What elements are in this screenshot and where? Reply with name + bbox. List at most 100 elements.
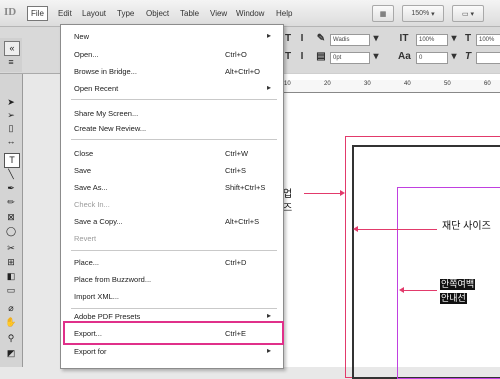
export-highlight-box — [63, 321, 284, 345]
menu-type[interactable]: Type — [117, 9, 134, 18]
chevron-down-icon[interactable]: ▾ — [448, 33, 460, 45]
menu-item-save[interactable]: Save Ctrl+S — [61, 164, 283, 177]
screen-mode-icon: ▭ ▾ — [461, 10, 475, 18]
menu-item-browse-in-bridge[interactable]: Browse in Bridge... Alt+Ctrl+O — [61, 65, 283, 78]
skew-field[interactable] — [476, 52, 500, 64]
menu-window[interactable]: Window — [236, 9, 264, 18]
ruler-label: 50 — [444, 81, 451, 87]
zoom-level-select[interactable]: 150% ▾ — [402, 5, 444, 22]
direct-selection-tool-icon[interactable]: ➢ — [4, 109, 18, 122]
gradient-tool-icon[interactable]: ◧ — [4, 270, 18, 283]
chevron-down-icon: ▾ — [429, 10, 435, 18]
menu-separator — [71, 139, 277, 140]
menu-item-close[interactable]: Close Ctrl+W — [61, 147, 283, 160]
submenu-arrow-icon: ▸ — [267, 31, 272, 40]
baseline-field[interactable]: 0 — [416, 52, 448, 64]
eyedropper-tool-icon[interactable]: ⌀ — [4, 302, 18, 315]
tools-panel: ➤ ➢ ▯ ↔ T ╲ ✒ ✏ ⊠ ◯ ✂ ⊞ ◧ ▭ ⌀ ✋ ⚲ ◩ — [0, 74, 23, 367]
chevron-down-icon[interactable]: ▾ — [448, 51, 460, 63]
page-tool-icon[interactable]: ▯ — [4, 122, 18, 135]
ruler-label: 60 — [484, 81, 491, 87]
partial-label-line1: 업 — [283, 189, 293, 200]
menu-separator — [71, 99, 277, 100]
bleed-arrow-line — [304, 193, 342, 194]
menu-help[interactable]: Help — [276, 9, 292, 18]
horizontal-ruler[interactable]: 10 20 30 40 50 60 — [282, 80, 500, 93]
panel-grip-icon: ≡ — [8, 57, 14, 67]
note-tool-icon[interactable]: ▭ — [4, 284, 18, 297]
submenu-arrow-icon: ▸ — [267, 311, 272, 320]
type-style-icon[interactable]: T — [462, 33, 474, 45]
arrow-left-icon — [399, 287, 404, 293]
rectangle-frame-tool-icon[interactable]: ⊠ — [4, 211, 18, 224]
vertical-scale-field[interactable]: 100% — [416, 34, 448, 46]
menu-file[interactable]: File — [27, 6, 48, 21]
size-field[interactable]: 0pt — [330, 52, 370, 64]
inner-margin-label: 안쪽여백 — [440, 279, 476, 290]
menu-bar: ID File Edit Layout Type Object Table Vi… — [0, 0, 500, 27]
menu-item-open[interactable]: Open... Ctrl+O — [61, 48, 283, 61]
type-tool-button[interactable]: T — [4, 153, 20, 168]
menu-item-check-in: Check In... — [74, 200, 110, 209]
line-tool-icon[interactable]: ╲ — [4, 168, 18, 181]
menu-edit[interactable]: Edit — [58, 9, 72, 18]
menu-item-create-new-review[interactable]: Create New Review... — [61, 122, 283, 135]
menu-separator — [71, 250, 277, 251]
collapse-panel-icon[interactable]: « — [4, 41, 20, 56]
selection-tool-icon[interactable]: ➤ — [4, 96, 18, 109]
trim-size-label: 재단 사이즈 — [442, 221, 491, 232]
menu-separator — [71, 308, 277, 309]
menu-item-open-recent[interactable]: Open Recent ▸ — [61, 82, 283, 95]
scissors-tool-icon[interactable]: ✂ — [4, 242, 18, 255]
skew-icon[interactable]: T — [462, 51, 474, 63]
subscript-icon[interactable]: I — [296, 51, 308, 63]
baseline-shift-icon[interactable]: Aa — [398, 51, 411, 63]
horizontal-scale-field[interactable]: 100% — [476, 34, 500, 46]
submenu-arrow-icon: ▸ — [267, 83, 272, 92]
menu-view[interactable]: View — [210, 9, 227, 18]
ruler-label: 10 — [284, 81, 291, 87]
file-menu-dropdown: New ▸ Open... Ctrl+O Browse in Bridge...… — [60, 24, 284, 369]
pen-tool-icon[interactable]: ✒ — [4, 182, 18, 195]
chevron-down-icon[interactable]: ▾ — [370, 51, 382, 63]
menu-item-revert: Revert — [74, 234, 97, 243]
tools-header: « ≡ — [0, 38, 22, 72]
menu-item-import-xml[interactable]: Import XML... — [61, 290, 283, 303]
partial-label-line2: 즈 — [283, 203, 293, 214]
menu-item-share-my-screen[interactable]: Share My Screen... — [61, 107, 283, 120]
gap-tool-icon[interactable]: ↔ — [4, 135, 18, 148]
menu-item-save-a-copy[interactable]: Save a Copy... Alt+Ctrl+S — [61, 215, 283, 228]
hand-tool-icon[interactable]: ✋ — [4, 316, 18, 329]
pencil-tool-icon[interactable]: ✏ — [4, 196, 18, 209]
menu-layout[interactable]: Layout — [82, 9, 106, 18]
menu-item-place[interactable]: Place... Ctrl+D — [61, 256, 283, 269]
ruler-label: 20 — [324, 81, 331, 87]
ruler-label: 40 — [404, 81, 411, 87]
vertical-type-icon[interactable]: I — [296, 33, 308, 45]
menu-item-save-as[interactable]: Save As... Shift+Ctrl+S — [61, 181, 283, 194]
menu-item-new[interactable]: New ▸ — [61, 30, 283, 43]
chevron-down-icon[interactable]: ▾ — [370, 33, 382, 45]
menu-item-place-from-buzzword[interactable]: Place from Buzzword... — [61, 273, 283, 286]
fill-stroke-icon[interactable]: ◩ — [4, 347, 18, 360]
submenu-arrow-icon: ▸ — [267, 346, 272, 355]
vertical-scale-icon[interactable]: IT — [398, 33, 410, 45]
kerning-icon[interactable]: ✎ — [315, 33, 327, 45]
menu-object[interactable]: Object — [146, 9, 169, 18]
arrow-right-icon — [340, 190, 345, 196]
grid-icon: ▦ — [379, 10, 387, 18]
indesign-logo-icon: ID — [4, 6, 17, 18]
trim-arrow-line — [357, 229, 437, 230]
menu-table[interactable]: Table — [180, 9, 199, 18]
paragraph-style-icon[interactable]: ▤ — [315, 51, 327, 63]
screen-mode-button[interactable]: ▭ ▾ — [452, 5, 484, 22]
ellipse-tool-icon[interactable]: ◯ — [4, 225, 18, 238]
ruler-label: 30 — [364, 81, 371, 87]
free-transform-tool-icon[interactable]: ⊞ — [4, 256, 18, 269]
margin-arrow-line — [403, 290, 437, 291]
menu-item-export-for[interactable]: Export for ▸ — [61, 345, 283, 358]
view-options-button[interactable]: ▦ — [372, 5, 394, 22]
guide-label: 안내선 — [440, 293, 467, 304]
font-field[interactable]: Wadis — [330, 34, 370, 46]
zoom-tool-icon[interactable]: ⚲ — [4, 332, 18, 345]
